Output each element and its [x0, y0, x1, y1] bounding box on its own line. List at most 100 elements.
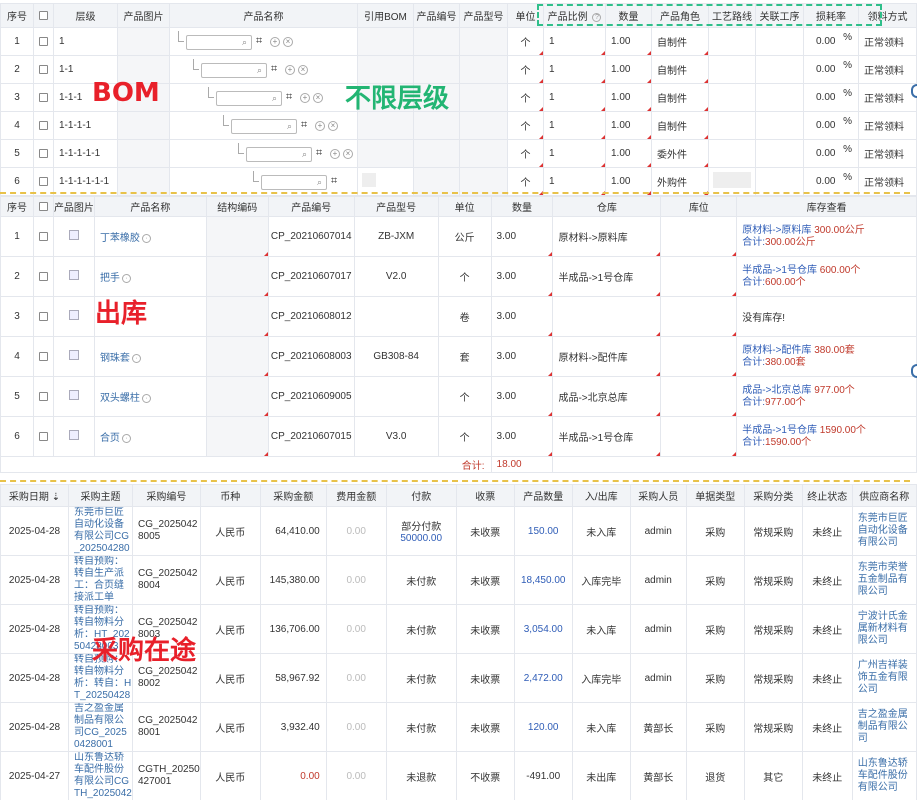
route-cell[interactable]: [708, 27, 756, 56]
purchase-row[interactable]: 2025-04-27山东鲁达轿车配件股份有限公司CGTH_20250427001…: [0, 751, 917, 800]
location-cell[interactable]: [660, 336, 738, 377]
qty-cell[interactable]: 1.00: [605, 55, 652, 84]
row-checkbox[interactable]: [38, 311, 48, 321]
product-name-input[interactable]: ⌕: [231, 118, 297, 134]
purchase-row[interactable]: 2025-04-28转自预购：转自物料分析：转自：HT_20250428004C…: [0, 653, 917, 703]
product-name-cell[interactable]: ⌕ ⌗ + ×: [169, 83, 358, 112]
method-cell[interactable]: 正常领料: [858, 83, 917, 112]
help-icon[interactable]: ?: [592, 12, 602, 22]
search-icon[interactable]: ⌕: [242, 37, 247, 48]
product-name-cell[interactable]: 把手 ·: [93, 256, 207, 297]
subject-cell[interactable]: 山东鲁达轿车配件股份有限公司CGTH_20250427001: [68, 751, 133, 800]
row-checkbox[interactable]: [39, 92, 48, 102]
loss-cell[interactable]: 0.00%: [803, 111, 859, 140]
purchase-row[interactable]: 2025-04-28 吉之盈金属制品有限公司CG_20250428001 CG_20…: [0, 702, 917, 752]
supplier-cell[interactable]: 东莞市荣誉五金制品有限公司: [851, 555, 917, 605]
ratio-cell[interactable]: 1: [543, 55, 606, 84]
add-icon[interactable]: +: [300, 92, 310, 103]
subject-link[interactable]: 转自预购：转自物料分析：转自：HT_20250428004: [74, 655, 132, 702]
ratio-cell[interactable]: 1: [543, 83, 606, 112]
bom-row[interactable]: 5 1-1-1-1-1 ⌕ ⌗ + × 个 1 1.00 委外件 0.00% 正常领料: [0, 139, 917, 168]
bom-row[interactable]: 3 1-1-1 ⌕ ⌗ + × 个 1 1.00 自制件 0.00% 正常领料: [0, 83, 917, 112]
structure-icon[interactable]: ⌗: [301, 119, 307, 132]
product-name-input[interactable]: ⌕: [186, 34, 252, 50]
info-icon[interactable]: ·: [121, 433, 131, 443]
loss-cell[interactable]: 0.00%: [803, 27, 859, 56]
product-name-cell[interactable]: ⌕ ⌗ + ×: [169, 111, 358, 140]
product-name-input[interactable]: ⌕: [201, 62, 267, 78]
route-box[interactable]: [713, 172, 751, 188]
structure-icon[interactable]: ⌗: [316, 147, 322, 160]
purchase-row[interactable]: 2025-04-28东莞市巨匠自动化设备有限公司CG_20250428005CG…: [0, 506, 917, 556]
info-icon[interactable]: ·: [141, 233, 151, 243]
row-checkbox[interactable]: [38, 231, 48, 241]
product-name-link[interactable]: 双头螺柱: [100, 393, 140, 404]
row-checkbox[interactable]: [32, 216, 54, 257]
role-cell[interactable]: 自制件: [651, 111, 709, 140]
purchase-row[interactable]: 2025-04-28 转自预购：转自生产派工：合页缝接派工单 CG_2025042 …: [0, 555, 917, 605]
out-col-select[interactable]: [32, 196, 54, 217]
qty-cell[interactable]: 1.00: [605, 83, 652, 112]
remove-icon[interactable]: ×: [343, 148, 353, 159]
qty-cell[interactable]: 1.00: [605, 27, 652, 56]
outbound-row[interactable]: 3 CP_20210608012 卷 3.00 没有库存!: [0, 296, 917, 337]
product-name-input[interactable]: ⌕: [261, 174, 327, 190]
row-checkbox[interactable]: [32, 416, 54, 457]
remove-icon[interactable]: ×: [283, 36, 293, 47]
structure-icon[interactable]: ⌗: [271, 63, 277, 76]
supplier-cell[interactable]: 吉之盈金属制品有限公司: [851, 702, 917, 752]
subject-cell[interactable]: 转自预购：转自物料分析：转自：HT_20250428004: [68, 653, 133, 703]
process-cell[interactable]: [755, 55, 804, 84]
qty-cell[interactable]: 3.00: [490, 376, 554, 417]
location-cell[interactable]: [660, 256, 738, 297]
qty-cell[interactable]: 1.00: [605, 111, 652, 140]
row-checkbox[interactable]: [38, 431, 48, 441]
row-checkbox[interactable]: [39, 36, 48, 46]
location-cell[interactable]: [660, 416, 738, 457]
product-name-cell[interactable]: 双头螺柱 ·: [93, 376, 207, 417]
qty-cell[interactable]: 3.00: [490, 296, 554, 337]
product-name-cell[interactable]: 丁苯橡胶 ·: [93, 216, 207, 257]
route-cell[interactable]: [708, 83, 756, 112]
location-cell[interactable]: [660, 296, 738, 337]
row-checkbox[interactable]: [33, 111, 54, 140]
warehouse-cell[interactable]: 成品->北京总库: [552, 376, 662, 417]
product-name-cell[interactable]: ⌕ ⌗ + ×: [169, 27, 358, 56]
role-cell[interactable]: 自制件: [651, 83, 709, 112]
select-all-checkbox[interactable]: [39, 10, 48, 20]
process-cell[interactable]: [755, 83, 804, 112]
role-cell[interactable]: 委外件: [651, 139, 709, 168]
product-name-cell[interactable]: 合页 ·: [93, 416, 207, 457]
row-checkbox[interactable]: [33, 55, 54, 84]
side-handle[interactable]: [911, 84, 917, 98]
ratio-cell[interactable]: 1: [543, 27, 606, 56]
supplier-cell[interactable]: 广州吉祥装饰五金有限公司: [851, 653, 917, 703]
product-name-link[interactable]: 丁苯橡胶: [100, 233, 140, 244]
info-icon[interactable]: ·: [131, 353, 141, 363]
warehouse-cell[interactable]: 半成品->1号仓库: [552, 416, 662, 457]
search-icon[interactable]: ⌕: [272, 93, 277, 104]
product-name-link[interactable]: 把手: [100, 273, 120, 284]
row-checkbox[interactable]: [39, 148, 48, 158]
subject-cell[interactable]: 转自预购：转自生产派工：合页缝接派工单: [68, 555, 133, 605]
structure-icon[interactable]: ⌗: [331, 175, 337, 188]
qty-cell[interactable]: 3.00: [490, 416, 554, 457]
warehouse-cell[interactable]: [552, 296, 662, 337]
supplier-cell[interactable]: 东莞市巨匠自动化设备有限公司: [851, 506, 917, 556]
row-checkbox[interactable]: [33, 139, 54, 168]
product-name-cell[interactable]: [93, 296, 207, 337]
add-icon[interactable]: +: [270, 36, 280, 47]
structure-icon[interactable]: ⌗: [286, 91, 292, 104]
row-checkbox[interactable]: [32, 256, 54, 297]
subject-link[interactable]: 山东鲁达轿车配件股份有限公司CGTH_20250427001: [74, 753, 132, 800]
supplier-link[interactable]: 东莞市巨匠自动化设备有限公司: [858, 513, 916, 549]
subject-link[interactable]: 吉之盈金属制品有限公司CG_20250428001: [74, 704, 132, 751]
outbound-row[interactable]: 1 丁苯橡胶 · CP_20210607014 ZB-JXM 公斤 3.00 原材料->原料库…: [0, 216, 917, 257]
search-icon[interactable]: ⌕: [317, 177, 322, 188]
purchase-row[interactable]: 2025-04-28 转自预购：转自物料分析：HT_20250428003 CG_2…: [0, 604, 917, 654]
row-checkbox[interactable]: [33, 27, 54, 56]
ratio-cell[interactable]: 1: [543, 139, 606, 168]
supplier-cell[interactable]: 宁波计氏金属新材料有限公司: [851, 604, 917, 654]
qty-cell[interactable]: 3.00: [490, 336, 554, 377]
process-cell[interactable]: [755, 111, 804, 140]
